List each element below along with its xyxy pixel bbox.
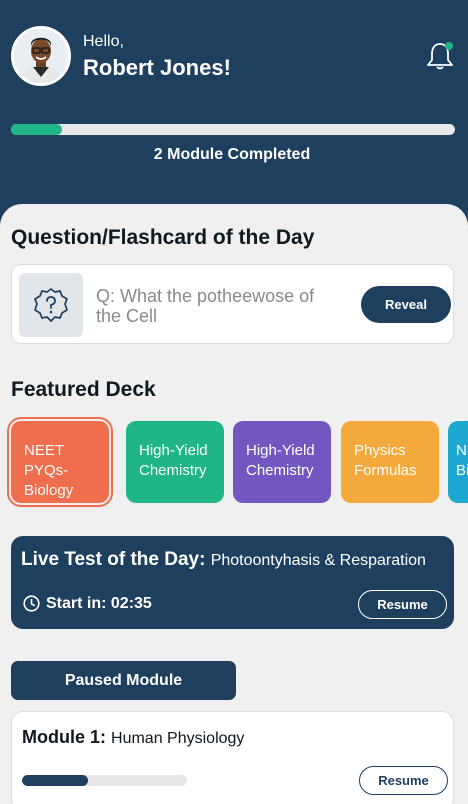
greeting-text: Hello, [83,33,124,50]
live-test-resume-button[interactable]: Resume [358,590,447,619]
deck-label-line2: Chemistry [246,462,314,479]
header: Hello, Robert Jones! 2 Module Completed [0,0,468,230]
deck-label-line1: High-Yield [246,442,315,459]
deck-label-line2: Chemistry [139,462,207,479]
deck-label-line2: Biology [24,482,74,499]
deck-label-line1: High-Yield [139,442,208,459]
modules-progress-label: 2 Module Completed [153,146,311,163]
avatar[interactable] [11,26,71,86]
question-text: Q: What the potheewose of the Cell [96,286,315,326]
modules-progress-fill [11,124,63,135]
deck-label-line2: Formulas [354,462,417,479]
module-name: Human Physiology [111,730,245,747]
question-card[interactable]: Q: What the potheewose of the Cell Revea… [11,264,454,344]
module-progress-bar [22,775,187,786]
module-progress-fill [22,775,88,786]
live-test-subtitle: Photoontyhasis & Resparation [210,552,426,569]
deck-label-line1: N [456,442,467,459]
paused-module-card[interactable]: Module 1: Human Physiology Resume [11,711,454,804]
deck-card-high-yield-chemistry[interactable]: High-Yield Chemistry [126,421,224,503]
module-number: Module 1: [22,727,106,747]
deck-card-physics-formulas[interactable]: Physics Formulas [341,421,439,503]
deck-card-partial[interactable]: N Bi [448,421,468,503]
module-resume-button[interactable]: Resume [359,766,448,795]
user-name: Robert Jones! [83,55,231,80]
featured-deck-title: Featured Deck [11,378,156,401]
deck-label-line1: Physics [354,442,406,459]
live-test-heading: Live Test of the Day: Photoontyhasis & R… [21,549,426,571]
module-heading: Module 1: Human Physiology [22,727,244,748]
deck-label-line2: Bi [456,462,468,479]
reveal-button[interactable]: Reveal [361,286,451,323]
paused-module-button[interactable]: Paused Module [11,661,236,700]
modules-progress-bar [11,124,455,135]
deck-label-line1: NEET PYQs- [24,442,69,479]
live-test-card[interactable]: Live Test of the Day: Photoontyhasis & R… [11,536,454,629]
question-section-title: Question/Flashcard of the Day [11,226,315,249]
deck-card-high-yield-chemistry-2[interactable]: High-Yield Chemistry [233,421,331,503]
question-icon [19,273,83,337]
live-test-title: Live Test of the Day: [21,549,206,570]
deck-card-neet-biology[interactable]: NEET PYQs- Biology [7,417,113,507]
notification-dot [445,42,453,50]
clock-icon [23,595,40,612]
live-test-start-time: Start in: 02:35 [46,595,152,612]
